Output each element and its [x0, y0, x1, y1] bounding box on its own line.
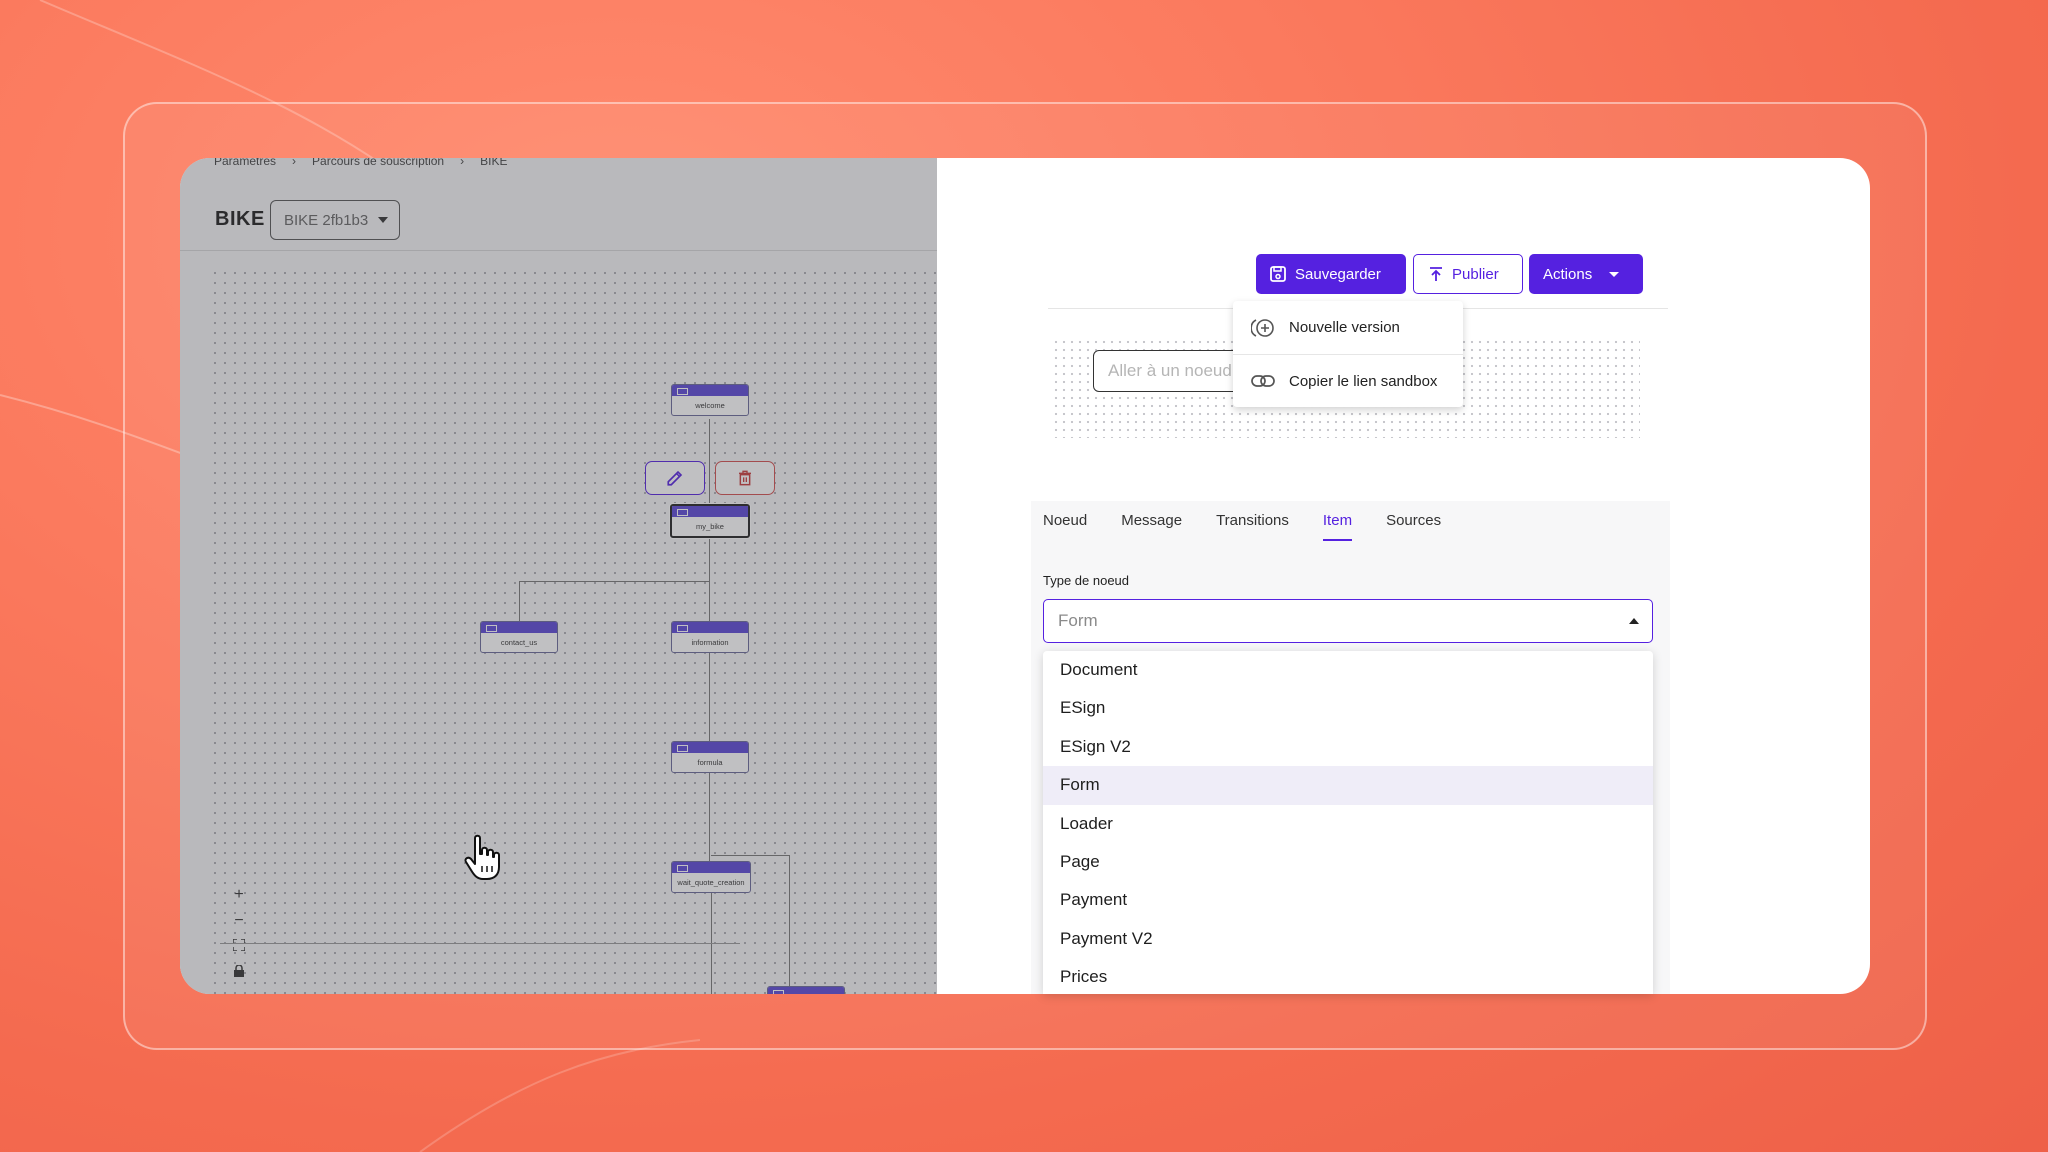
actions-menu: Nouvelle version Copier le lien sandbox — [1233, 301, 1463, 407]
floppy-disk-icon — [1270, 266, 1286, 282]
publish-button[interactable]: Publier — [1413, 254, 1523, 294]
menu-item-label: Nouvelle version — [1289, 319, 1400, 336]
save-button[interactable]: Sauvegarder — [1256, 254, 1406, 294]
add-version-icon — [1251, 318, 1274, 337]
save-label: Sauvegarder — [1295, 265, 1381, 283]
actions-button[interactable]: Actions — [1529, 254, 1643, 294]
tab-transitions[interactable]: Transitions — [1216, 512, 1289, 541]
tab-item[interactable]: Item — [1322, 512, 1353, 541]
tab-sources[interactable]: Sources — [1386, 512, 1441, 541]
goto-placeholder: Aller à un noeud — [1108, 361, 1232, 380]
option-payment[interactable]: Payment — [1043, 881, 1653, 919]
node-type-options: Document ESign ESign V2 Form Loader Page… — [1043, 651, 1653, 994]
option-document[interactable]: Document — [1043, 651, 1653, 689]
option-prices[interactable]: Prices — [1043, 958, 1653, 994]
option-esign-v2[interactable]: ESign V2 — [1043, 728, 1653, 766]
option-page[interactable]: Page — [1043, 843, 1653, 881]
node-tabs: Noeud Message Transitions Item Sources — [1043, 512, 1475, 541]
tab-noeud[interactable]: Noeud — [1043, 512, 1087, 541]
node-type-value: Form — [1058, 611, 1098, 630]
publish-label: Publier — [1452, 265, 1499, 283]
option-esign[interactable]: ESign — [1043, 689, 1653, 727]
menu-item-label: Copier le lien sandbox — [1289, 372, 1438, 390]
option-payment-v2[interactable]: Payment V2 — [1043, 920, 1653, 958]
upload-icon — [1430, 267, 1442, 281]
caret-up-icon — [1629, 618, 1639, 624]
tab-message[interactable]: Message — [1121, 512, 1182, 541]
actions-label: Actions — [1543, 265, 1593, 283]
caret-down-icon — [1609, 271, 1620, 277]
menu-item-new-version[interactable]: Nouvelle version — [1233, 301, 1463, 354]
node-type-select[interactable]: Form — [1043, 599, 1653, 643]
link-icon — [1251, 375, 1275, 387]
hand-pointer-cursor-icon — [464, 834, 500, 880]
option-loader[interactable]: Loader — [1043, 805, 1653, 843]
menu-item-copy-sandbox[interactable]: Copier le lien sandbox — [1233, 354, 1463, 407]
modal-overlay[interactable] — [180, 158, 937, 994]
flow-editor-panel: Paramètres › Parcours de souscription › … — [180, 158, 937, 994]
type-field-label: Type de noeud — [1043, 573, 1130, 588]
option-form[interactable]: Form — [1043, 766, 1653, 805]
